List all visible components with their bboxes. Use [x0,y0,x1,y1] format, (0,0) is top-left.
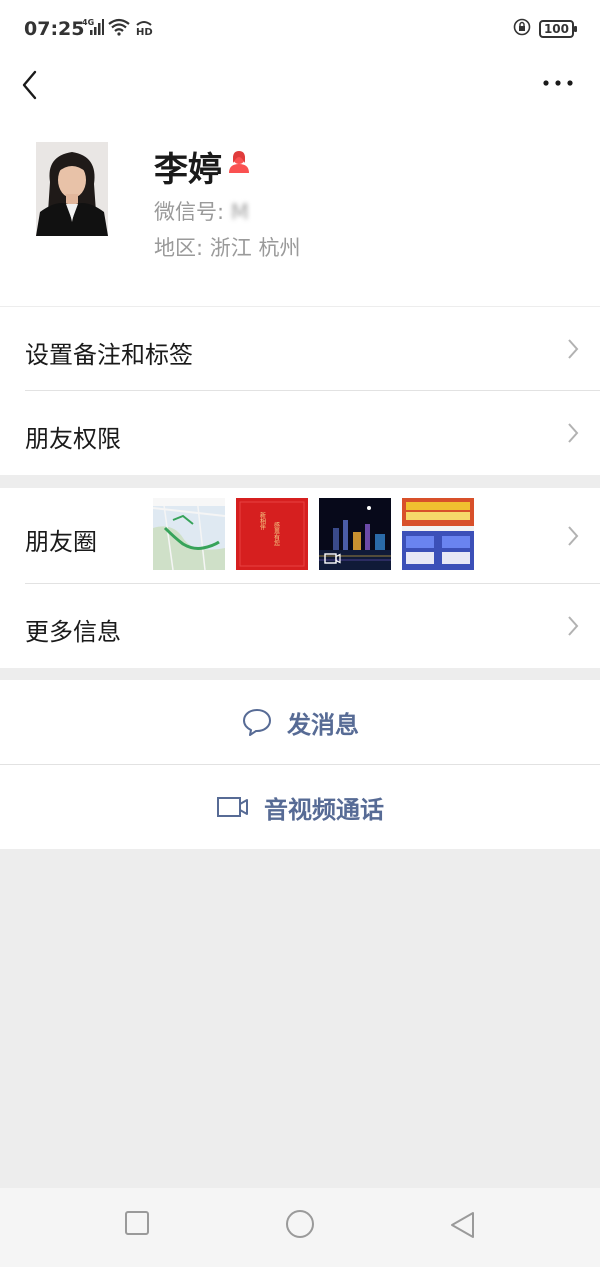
status-time: 07:25 [24,18,85,40]
female-icon [228,150,250,174]
video-call-button[interactable]: 音视频通话 [0,765,600,849]
triangle-back-icon [451,1212,474,1238]
battery-indicator: 100 [538,20,578,38]
status-icons-right: 100 [513,18,578,40]
friend-permissions-label: 朋友权限 [25,425,121,453]
region-label: 地区: [154,236,210,260]
remarks-tags-label: 设置备注和标签 [25,341,193,369]
chat-bubble-icon [243,709,271,736]
moments-thumbnails: 新相伴 感恩有您 [153,498,474,570]
video-call-label: 音视频通话 [264,795,384,824]
chevron-right-icon [568,526,579,546]
send-message-label: 发消息 [287,710,359,739]
profile-name: 李婷 [154,150,222,190]
system-back-button[interactable] [448,1210,476,1244]
square-icon [125,1211,149,1235]
nav-bar [0,60,600,110]
svg-text:HD: HD [136,27,153,36]
circle-icon [286,1210,314,1238]
map-thumbnail [153,498,225,570]
friend-permissions-row[interactable]: 朋友权限 [0,391,600,475]
system-nav-bar [0,1188,600,1267]
back-button[interactable] [18,66,48,102]
video-camera-icon [217,797,248,817]
chevron-right-icon [568,339,579,359]
status-icons-left: 4G HD [82,18,154,40]
more-info-label: 更多信息 [25,618,121,646]
svg-text:新相伴: 新相伴 [259,511,266,531]
signal-icon: 4G [82,18,104,40]
chevron-right-icon [568,616,579,636]
send-message-button[interactable]: 发消息 [0,680,600,764]
red-card-thumbnail: 新相伴 感恩有您 [236,498,308,570]
chevron-right-icon [568,423,579,443]
profile-header: 李婷 微信号: M 地区: 浙江 杭州 [0,110,600,306]
status-bar: 07:25 4G HD 100 [0,0,600,60]
region-value: 浙江 杭州 [209,236,301,260]
night-city-video-thumbnail [319,498,391,570]
wifi-icon [108,18,130,40]
moments-row[interactable]: 朋友圈 新相伴 感恩有您 [0,488,600,584]
wechat-id: 微信号: M [154,196,249,226]
home-button[interactable] [284,1208,316,1244]
rotation-lock-icon [513,18,531,40]
more-info-row[interactable]: 更多信息 [0,584,600,668]
colorful-poster-thumbnail [402,498,474,570]
svg-text:4G: 4G [82,18,94,27]
recent-apps-button[interactable] [124,1210,150,1240]
moments-label: 朋友圈 [25,528,97,556]
svg-text:感恩有您: 感恩有您 [273,521,280,546]
hd-icon: HD [134,18,154,40]
back-arrow-icon [22,70,37,100]
more-options-button[interactable] [540,68,576,98]
more-dots-icon [543,80,573,86]
region: 地区: 浙江 杭州 [154,232,300,262]
wechat-id-value: M [230,200,249,224]
avatar[interactable] [36,142,108,236]
remarks-tags-row[interactable]: 设置备注和标签 [0,307,600,391]
wechat-id-label: 微信号: [154,200,231,224]
